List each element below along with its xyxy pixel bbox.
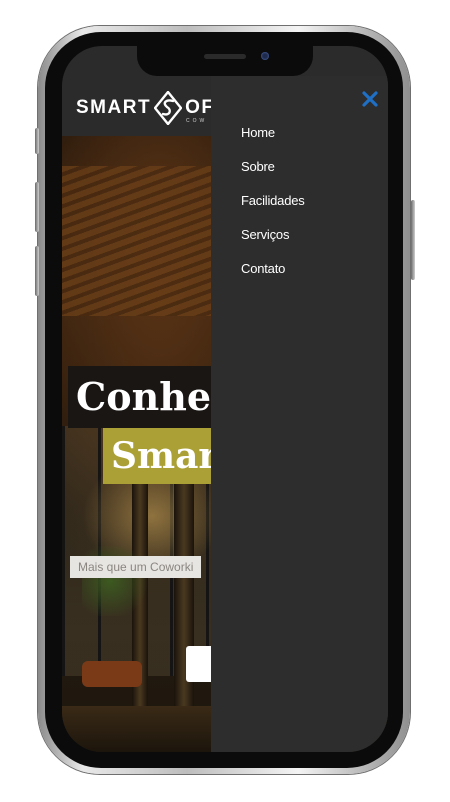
volume-down-button <box>35 246 39 296</box>
front-camera <box>261 52 269 60</box>
phone-notch <box>137 46 313 76</box>
logo-text-smart: SMART <box>76 97 152 118</box>
menu-item-home[interactable]: Home <box>241 123 305 157</box>
volume-up-button <box>35 182 39 232</box>
menu-item-sobre[interactable]: Sobre <box>241 157 305 191</box>
menu-item-facilidades[interactable]: Facilidades <box>241 191 305 225</box>
logo-subtitle: COW <box>186 118 208 124</box>
device-mockup: SMART OF COW Conheç Smar Mais que um Cow… <box>0 0 450 802</box>
phone-speaker <box>204 54 246 59</box>
close-icon <box>362 91 378 107</box>
hero-subtitle: Mais que um Coworki <box>70 556 202 578</box>
close-menu-button[interactable] <box>359 88 381 110</box>
logo-diamond-icon <box>154 91 183 125</box>
power-button <box>411 200 415 280</box>
hero-title-line-2: Smar <box>103 428 226 484</box>
menu-item-servicos[interactable]: Serviços <box>241 225 305 259</box>
mute-switch <box>35 128 39 154</box>
phone-screen: SMART OF COW Conheç Smar Mais que um Cow… <box>62 46 388 752</box>
hero-sofa <box>82 661 142 687</box>
menu-item-contato[interactable]: Contato <box>241 259 305 293</box>
side-menu: Home Sobre Facilidades Serviços Contato <box>211 76 388 752</box>
menu-list: Home Sobre Facilidades Serviços Contato <box>241 123 305 293</box>
